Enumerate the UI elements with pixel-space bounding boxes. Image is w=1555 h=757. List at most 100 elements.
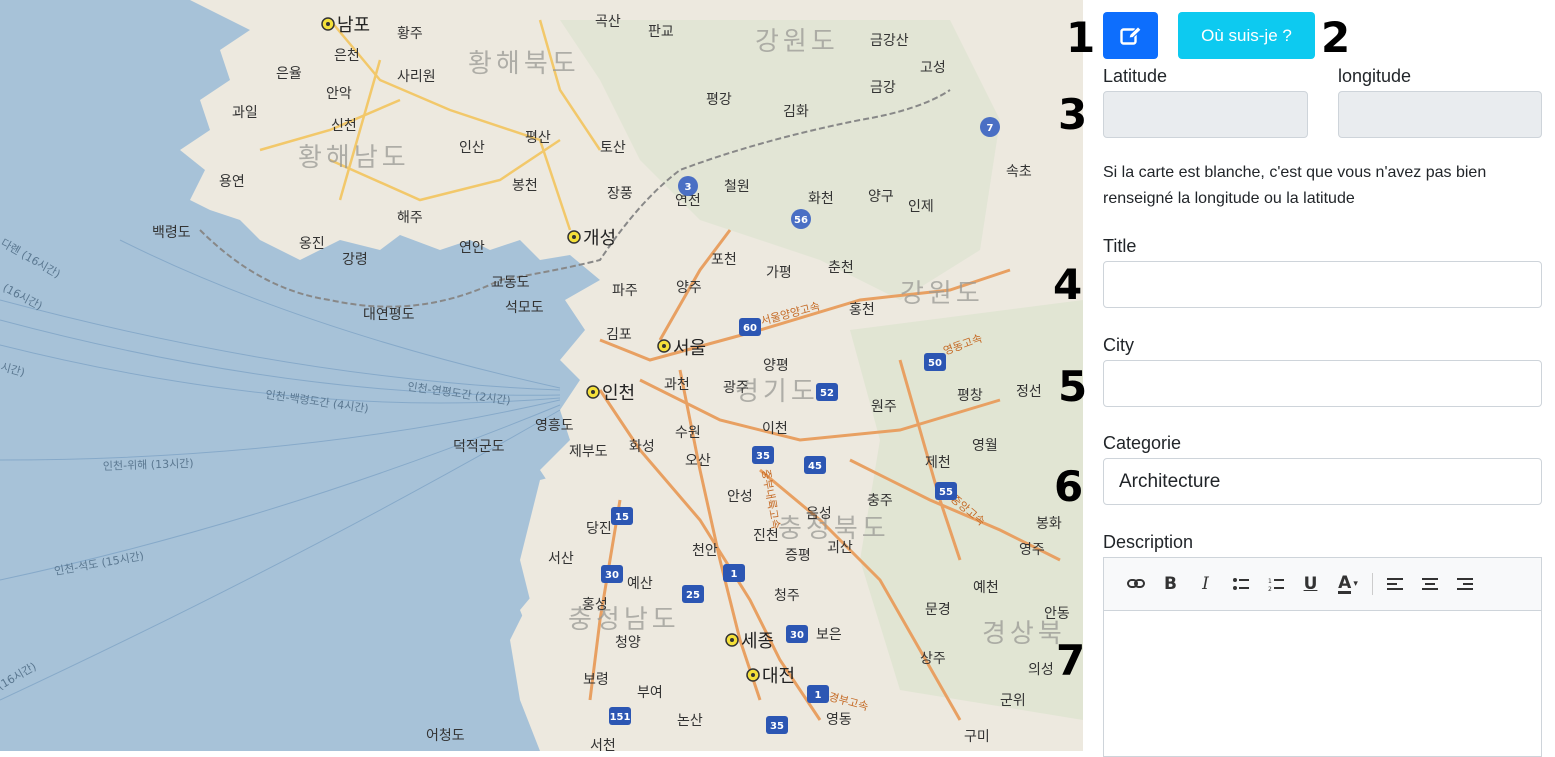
route-label: 다롄 (16시간): [0, 236, 63, 281]
city-label: 철원: [724, 179, 750, 195]
category-select[interactable]: Architecture: [1103, 458, 1542, 505]
latitude-label: Latitude: [1103, 66, 1168, 86]
city-label: 인천: [602, 383, 635, 404]
city-label: 보은: [816, 627, 842, 643]
city-label: 서울: [673, 338, 706, 359]
city-label: 영동: [826, 712, 852, 728]
step-number: 5: [1058, 362, 1088, 411]
city-label: 금강: [870, 80, 896, 96]
city-label: 보령: [583, 672, 609, 688]
step-number: 1: [1066, 13, 1096, 62]
route-label: 인천-석도 (15시간): [53, 548, 145, 578]
title-field[interactable]: [1103, 261, 1542, 308]
city-label: 제부도: [569, 444, 608, 460]
step-number: 4: [1053, 260, 1083, 309]
city-label: 세종: [741, 631, 774, 652]
city-label: 충주: [867, 493, 893, 509]
city-label: 남포: [337, 15, 370, 36]
city-label: 대전: [762, 666, 795, 687]
city-label: 양주: [676, 280, 702, 296]
city-label: 구미: [964, 729, 990, 745]
city-label: 광주: [723, 380, 749, 396]
svg-text:55: 55: [939, 487, 953, 498]
city-label: 봉천: [512, 178, 538, 194]
bullet-list-icon[interactable]: [1223, 569, 1258, 599]
city-label: 예천: [973, 580, 999, 596]
city-label: 원주: [871, 399, 897, 415]
city-label: 용연: [219, 174, 245, 190]
city-label: 곡산: [595, 14, 621, 30]
city-label: 청주: [774, 588, 800, 604]
city-label: 증평: [785, 548, 811, 564]
city-label: 홍천: [849, 302, 875, 318]
city-label: 연안: [459, 240, 485, 256]
city-label: 해주: [397, 210, 423, 226]
svg-text:1: 1: [815, 690, 822, 701]
align-center-icon[interactable]: [1412, 569, 1447, 599]
city-label: 화천: [808, 191, 834, 207]
route-label: (16시간): [0, 660, 39, 693]
ferry-routes: [0, 239, 561, 701]
city-label: 개성: [583, 228, 616, 249]
map-view[interactable]: 강원도 황해북도 황해남도 경기도 충청북도 충청남도 강원도 경상북 남포 은…: [0, 0, 1083, 751]
city-label: 어청도: [426, 728, 465, 744]
longitude-label: longitude: [1338, 66, 1412, 86]
step-number: 2: [1321, 13, 1351, 62]
city-label: 가평: [766, 265, 792, 281]
city-label: 강령: [342, 252, 368, 268]
svg-text:52: 52: [820, 388, 834, 399]
svg-text:1: 1: [731, 569, 738, 580]
city-label: 백령도: [152, 225, 191, 241]
city-label: 교동도: [491, 275, 530, 291]
province-label: 황해남도: [298, 143, 410, 173]
editor-content-area[interactable]: [1104, 611, 1541, 757]
editor-toolbar: B I 12 U A ▾: [1104, 558, 1541, 611]
city-label: 옹진: [299, 236, 325, 252]
city-label: 과일: [232, 105, 258, 121]
latitude-field[interactable]: [1103, 91, 1308, 138]
svg-text:56: 56: [794, 215, 808, 226]
city-label: 상주: [920, 651, 946, 667]
city-label: 화성: [629, 439, 655, 455]
italic-icon[interactable]: I: [1188, 569, 1223, 599]
toolbar-separator: [1372, 573, 1373, 595]
locate-me-button[interactable]: Où suis-je ?: [1178, 12, 1315, 59]
title-label: Title: [1103, 236, 1137, 256]
city-label: 서산: [548, 551, 574, 567]
province-label: 강원도: [755, 27, 839, 57]
city-label: 의성: [1028, 662, 1054, 678]
underline-icon[interactable]: U: [1293, 569, 1328, 599]
step-number: 3: [1058, 90, 1088, 139]
link-icon[interactable]: [1118, 569, 1153, 599]
description-editor: B I 12 U A ▾: [1103, 557, 1542, 757]
route-label: 인천-백령도간 (4시간): [265, 387, 370, 415]
numbered-list-icon[interactable]: 12: [1258, 569, 1293, 599]
city-label: 평강: [706, 92, 732, 108]
svg-text:50: 50: [928, 358, 942, 369]
svg-text:25: 25: [686, 590, 700, 601]
text-color-icon[interactable]: A ▾: [1328, 569, 1368, 599]
svg-text:7: 7: [987, 123, 994, 134]
longitude-field[interactable]: [1338, 91, 1542, 138]
city-label: 덕적군도: [453, 439, 505, 455]
align-left-icon[interactable]: [1377, 569, 1412, 599]
city-label: 영흥도: [535, 418, 574, 434]
city-label: 정선: [1016, 384, 1042, 400]
city-field[interactable]: [1103, 360, 1542, 407]
edit-button[interactable]: [1103, 12, 1158, 59]
city-label: 포천: [711, 252, 737, 268]
svg-text:30: 30: [605, 570, 619, 581]
svg-text:60: 60: [743, 323, 757, 334]
city-label: 서천: [590, 738, 616, 751]
city-label: 금강산: [870, 33, 909, 49]
bold-icon[interactable]: B: [1153, 569, 1188, 599]
city-label: 안동: [1044, 606, 1070, 622]
province-label: 경상북: [982, 619, 1066, 649]
map-canvas: 강원도 황해북도 황해남도 경기도 충청북도 충청남도 강원도 경상북 남포 은…: [0, 0, 1083, 751]
svg-text:151: 151: [610, 712, 631, 723]
svg-text:35: 35: [756, 451, 770, 462]
align-right-icon[interactable]: [1447, 569, 1482, 599]
svg-text:3: 3: [685, 182, 692, 193]
city-label: 논산: [677, 713, 703, 729]
city-label: 은천: [334, 48, 360, 64]
